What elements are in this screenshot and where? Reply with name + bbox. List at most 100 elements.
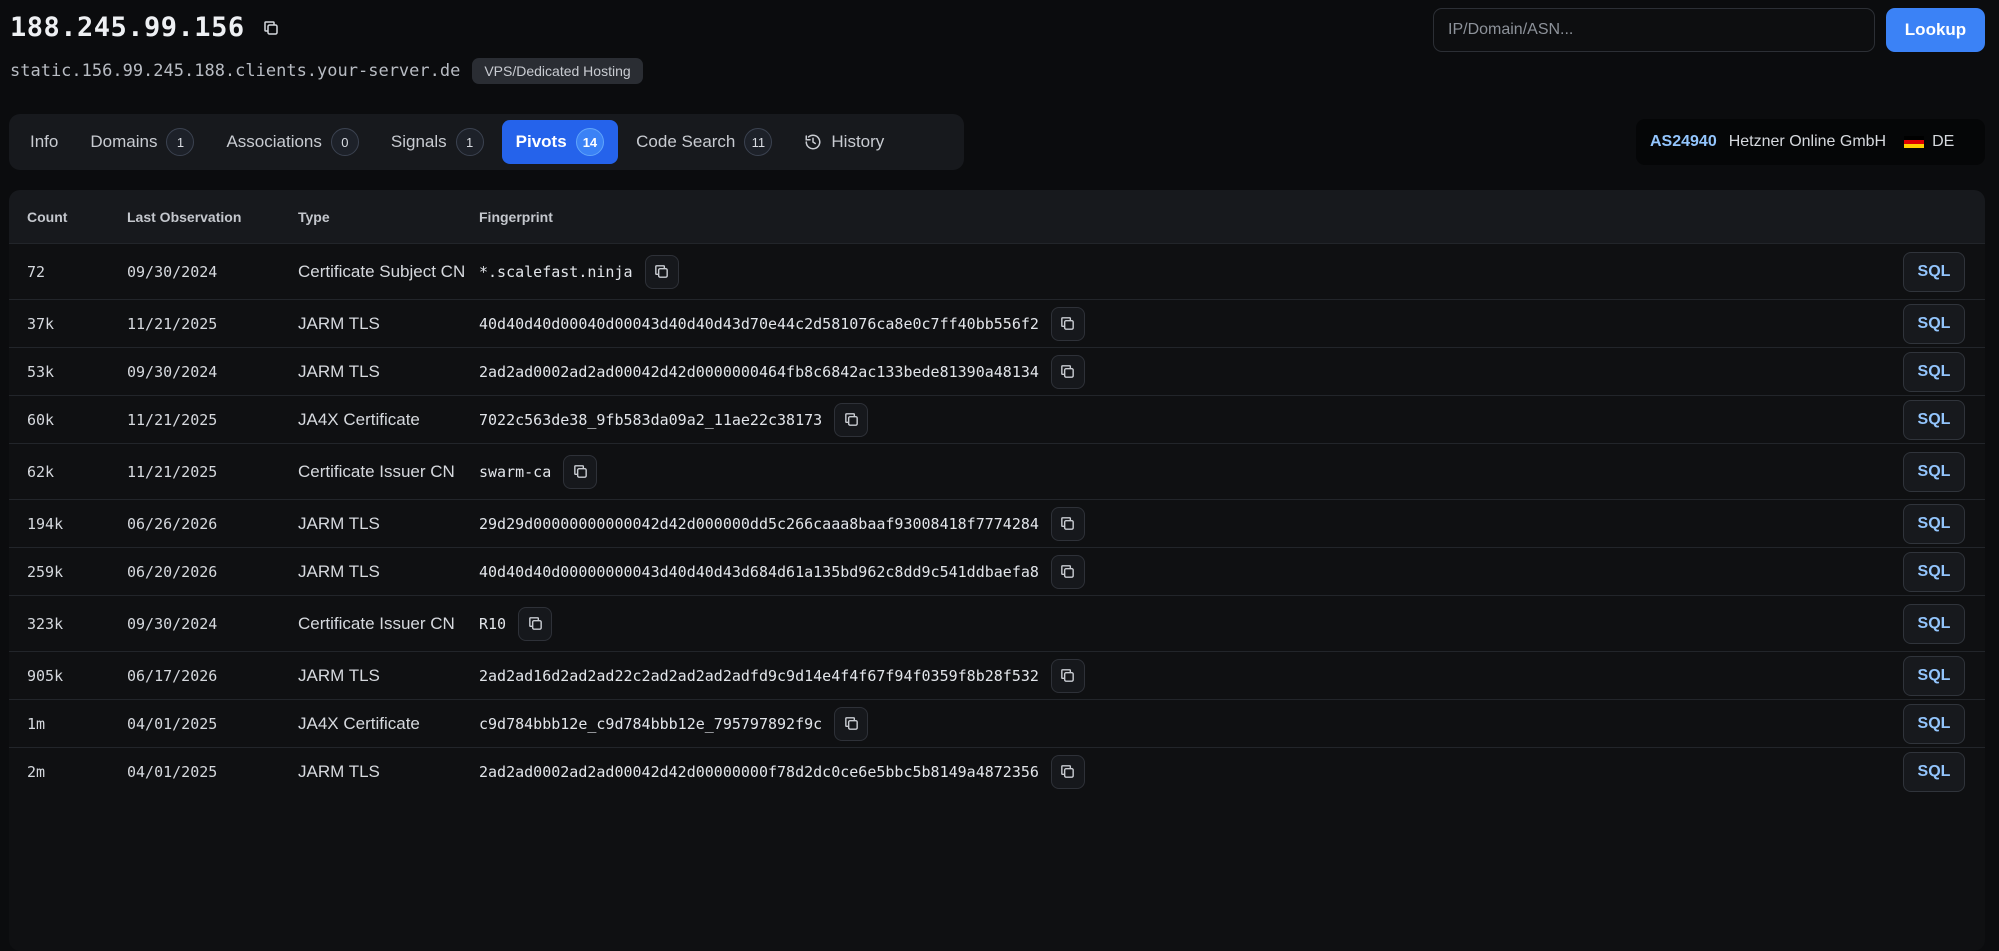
cell-fingerprint: 29d29d00000000000042d42d000000dd5c266caa… [479, 506, 1885, 541]
asn-info[interactable]: AS24940 Hetzner Online GmbH DE [1636, 119, 1985, 165]
sql-button[interactable]: SQL [1903, 351, 1965, 392]
cell-fingerprint: c9d784bbb12e_c9d784bbb12e_795797892f9c [479, 706, 1885, 741]
tab-label: History [831, 132, 885, 151]
cell-fingerprint: 2ad2ad0002ad2ad00042d42d0000000464fb8c68… [479, 354, 1885, 389]
sql-button[interactable]: SQL [1903, 303, 1965, 344]
copy-fingerprint-button[interactable] [1050, 754, 1085, 789]
column-header-count[interactable]: Count [9, 209, 127, 225]
tab-label: Code Search [636, 132, 736, 151]
sql-button[interactable]: SQL [1903, 703, 1965, 744]
copy-icon [843, 715, 860, 732]
tab-domains[interactable]: Domains 1 [76, 120, 208, 164]
cell-action: SQL [1885, 551, 1985, 592]
cell-type: JARM TLS [298, 665, 380, 685]
cell-type: Certificate Issuer CN [298, 461, 455, 481]
tab-pivots[interactable]: Pivots 14 [501, 120, 619, 164]
cell-action: SQL [1885, 399, 1985, 440]
count-badge: 1 [455, 128, 484, 156]
cell-count: 2m [27, 762, 46, 781]
tab-signals[interactable]: Signals 1 [377, 120, 498, 164]
sql-button[interactable]: SQL [1903, 251, 1965, 292]
asn-number: AS24940 [1650, 133, 1717, 150]
column-header-type[interactable]: Type [298, 209, 479, 225]
history-icon [804, 133, 822, 151]
copy-icon [1059, 363, 1076, 380]
table-row: 37k 11/21/2025 JARM TLS 40d40d40d00040d0004… [9, 299, 1985, 347]
cell-type: Certificate Issuer CN [298, 613, 455, 633]
cell-last-observation: 06/26/2026 [127, 514, 218, 533]
copy-icon [1059, 563, 1076, 580]
copy-fingerprint-button[interactable] [518, 606, 553, 641]
copy-fingerprint-button[interactable] [1050, 306, 1085, 341]
cell-action: SQL [1885, 251, 1985, 292]
sql-button[interactable]: SQL [1903, 503, 1965, 544]
cell-count: 259k [27, 562, 64, 581]
table-row: 62k 11/21/2025 Certificate Issuer CN swarm-… [9, 443, 1985, 499]
copy-fingerprint-button[interactable] [563, 454, 598, 489]
hostname: static.156.99.245.188.clients.your-serve… [10, 61, 461, 81]
copy-fingerprint-button[interactable] [1050, 554, 1085, 589]
cell-type: JARM TLS [298, 313, 380, 333]
fingerprint-value: 2ad2ad0002ad2ad00042d42d00000000f78d2dc0… [479, 762, 1039, 781]
copy-fingerprint-button[interactable] [834, 402, 869, 437]
tab-info[interactable]: Info [16, 120, 72, 164]
tab-history[interactable]: History [790, 120, 898, 164]
pivots-table: Count Last Observation Type Fingerprint … [9, 190, 1985, 951]
tab-label: Associations [226, 132, 322, 151]
table-row: 2m 04/01/2025 JARM TLS 2ad2ad0002ad2ad00042… [9, 747, 1985, 795]
cell-fingerprint: R10 [479, 606, 1885, 641]
cell-count: 37k [27, 314, 55, 333]
copy-fingerprint-button[interactable] [1050, 658, 1085, 693]
fingerprint-value: 7022c563de38_9fb583da09a2_11ae22c38173 [479, 410, 823, 429]
cell-count: 60k [27, 410, 55, 429]
cell-count: 1m [27, 714, 46, 733]
sql-button[interactable]: SQL [1903, 655, 1965, 696]
cell-last-observation: 04/01/2025 [127, 714, 218, 733]
copy-icon [653, 263, 670, 280]
cell-action: SQL [1885, 603, 1985, 644]
cell-fingerprint: swarm-ca [479, 454, 1885, 489]
search-input[interactable] [1433, 8, 1875, 52]
cell-count: 53k [27, 362, 55, 381]
sql-button[interactable]: SQL [1903, 551, 1965, 592]
ip-address: 188.245.99.156 [10, 12, 245, 43]
copy-icon [1059, 763, 1076, 780]
germany-flag-icon [1904, 135, 1925, 149]
copy-fingerprint-button[interactable] [834, 706, 869, 741]
tab-label: Info [30, 132, 59, 151]
cell-action: SQL [1885, 451, 1985, 492]
sql-button[interactable]: SQL [1903, 399, 1965, 440]
copy-fingerprint-button[interactable] [1050, 354, 1085, 389]
copy-fingerprint-button[interactable] [1050, 506, 1085, 541]
column-header-last-observation[interactable]: Last Observation [127, 209, 298, 225]
cell-fingerprint: 40d40d40d00000000043d40d40d43d684d61a135… [479, 554, 1885, 589]
tab-associations[interactable]: Associations 0 [212, 120, 372, 164]
column-header-fingerprint[interactable]: Fingerprint [479, 209, 1985, 225]
cell-fingerprint: 2ad2ad16d2ad2ad22c2ad2ad2ad2adfd9c9d14e4… [479, 658, 1885, 693]
table-row: 194k 06/26/2026 JARM TLS 29d29d000000000000… [9, 499, 1985, 547]
table-row: 1m 04/01/2025 JA4X Certificate c9d784bbb12e… [9, 699, 1985, 747]
table-row: 323k 09/30/2024 Certificate Issuer CN R10 SQ… [9, 595, 1985, 651]
cell-last-observation: 06/17/2026 [127, 666, 218, 685]
cell-fingerprint: 2ad2ad0002ad2ad00042d42d00000000f78d2dc0… [479, 754, 1885, 789]
fingerprint-value: swarm-ca [479, 462, 552, 481]
copy-fingerprint-button[interactable] [644, 254, 679, 289]
tab-code-search[interactable]: Code Search 11 [622, 120, 786, 164]
fingerprint-value: 40d40d40d00040d00043d40d40d43d70e44c2d58… [479, 314, 1039, 333]
sql-button[interactable]: SQL [1903, 603, 1965, 644]
copy-ip-icon[interactable] [259, 16, 283, 40]
fingerprint-value: 2ad2ad16d2ad2ad22c2ad2ad2ad2adfd9c9d14e4… [479, 666, 1039, 685]
sql-button[interactable]: SQL [1903, 751, 1965, 792]
cell-count: 323k [27, 614, 64, 633]
sql-button[interactable]: SQL [1903, 451, 1965, 492]
cell-count: 62k [27, 462, 55, 481]
tab-label: Pivots [515, 132, 567, 151]
cell-type: JARM TLS [298, 561, 380, 581]
cell-action: SQL [1885, 655, 1985, 696]
cell-action: SQL [1885, 351, 1985, 392]
cell-count: 72 [27, 262, 46, 281]
cell-type: JARM TLS [298, 513, 380, 533]
lookup-button[interactable]: Lookup [1886, 8, 1985, 52]
cell-count: 194k [27, 514, 64, 533]
table-row: 905k 06/17/2026 JARM TLS 2ad2ad16d2ad2ad22c… [9, 651, 1985, 699]
